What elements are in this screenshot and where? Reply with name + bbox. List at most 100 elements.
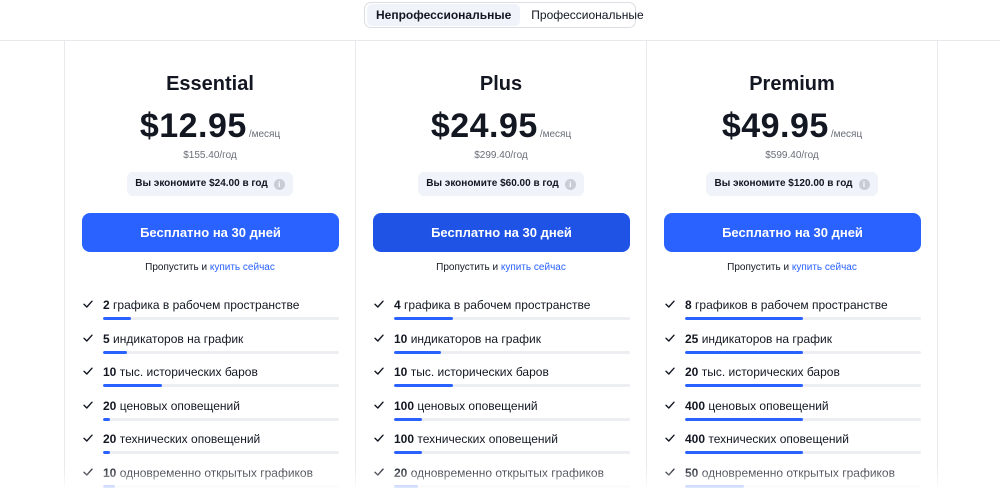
- price-row: $24.95 /месяц: [356, 106, 646, 146]
- price-period: /месяц: [830, 129, 863, 140]
- feature-item: 10 одновременно открытых графиков: [82, 463, 339, 497]
- feature-level-track: [685, 417, 921, 421]
- feature-label: графика в рабочем пространстве: [404, 298, 591, 312]
- feature-value: 20: [103, 432, 117, 447]
- check-icon: [83, 401, 93, 409]
- info-icon[interactable]: i: [564, 178, 576, 190]
- monthly-price: $24.95: [430, 107, 538, 145]
- feature-level-fill: [394, 484, 418, 488]
- skip-line: Пропустить и купить сейчас: [65, 262, 355, 273]
- feature-label: одновременно открытых графиков: [701, 465, 895, 480]
- feature-label: тыс. исторических баров: [701, 365, 840, 380]
- feature-level-track: [685, 350, 921, 354]
- feature-item: 2 графика в рабочем пространстве: [82, 295, 339, 329]
- feature-item: 5 индикаторов на график: [82, 329, 339, 363]
- feature-value: 100: [394, 398, 415, 413]
- monthly-price: $49.95: [721, 107, 829, 145]
- feature-text: 400 ценовых оповещений: [685, 399, 829, 413]
- free-trial-button[interactable]: Бесплатно на 30 дней: [373, 213, 630, 252]
- info-icon[interactable]: i: [858, 178, 870, 190]
- feature-item: 10 тыс. исторических баров: [373, 362, 630, 396]
- price-row: $49.95 /месяц: [647, 106, 937, 146]
- plan-type-toggle: Непрофессиональные Профессиональные: [364, 2, 644, 28]
- check-icon: [665, 401, 675, 409]
- feature-item: 4 графика в рабочем пространстве: [373, 295, 630, 329]
- feature-level-fill: [103, 484, 115, 488]
- savings-text: Вы экономите $60.00 в год: [426, 178, 559, 189]
- savings-badge: Вы экономите $60.00 в год i: [418, 172, 584, 196]
- check-icon: [83, 367, 93, 375]
- feature-text: 5 индикаторов на график: [103, 332, 243, 346]
- skip-text: Пропустить и: [436, 262, 499, 273]
- plan-cards: Essential $12.95 /месяц $155.40/год Вы э…: [64, 40, 938, 489]
- feature-text: 20 одновременно открытых графиков: [394, 466, 604, 480]
- buy-now-link[interactable]: купить сейчас: [210, 262, 275, 273]
- feature-label: тыс. исторических баров: [410, 365, 549, 380]
- feature-text: 10 тыс. исторических баров: [394, 365, 549, 379]
- feature-level-track: [394, 417, 630, 421]
- toggle-professional[interactable]: Профессиональные: [522, 4, 652, 26]
- feature-level-fill: [685, 417, 803, 421]
- check-icon: [374, 468, 384, 476]
- check-icon: [374, 300, 384, 308]
- feature-level-track: [394, 451, 630, 455]
- monthly-price: $12.95: [139, 107, 247, 145]
- feature-item: 20 технических оповещений: [82, 429, 339, 463]
- feature-value: 10: [394, 365, 408, 380]
- price-row: $12.95 /месяц: [65, 106, 355, 146]
- feature-value: 20: [394, 465, 408, 480]
- skip-text: Пропустить и: [727, 262, 790, 273]
- plan-name: Plus: [479, 73, 523, 95]
- feature-item: 8 графиков в рабочем пространстве: [664, 295, 921, 329]
- feature-label: технических оповещений: [708, 432, 849, 447]
- feature-level-track: [103, 317, 339, 320]
- feature-label: индикаторов на график: [113, 331, 244, 346]
- savings-text: Вы экономите $24.00 в год: [135, 178, 268, 189]
- feature-level-track: [394, 350, 630, 354]
- feature-item: 20 ценовых оповещений: [82, 396, 339, 430]
- check-icon: [374, 434, 384, 443]
- feature-level-fill: [685, 484, 744, 488]
- feature-label: ценовых оповещений: [708, 398, 829, 413]
- buy-now-link[interactable]: купить сейчас: [792, 262, 857, 273]
- feature-level-track: [394, 484, 630, 488]
- feature-list: 4 графика в рабочем пространстве 10 индик…: [373, 295, 630, 497]
- check-icon: [374, 367, 384, 375]
- free-trial-button[interactable]: Бесплатно на 30 дней: [664, 213, 921, 252]
- check-icon: [83, 468, 93, 476]
- info-icon[interactable]: i: [273, 178, 285, 190]
- feature-value: 25: [685, 331, 699, 346]
- feature-item: 400 ценовых оповещений: [664, 396, 921, 430]
- feature-text: 20 технических оповещений: [103, 432, 260, 446]
- feature-level-track: [103, 484, 339, 488]
- price-period: /месяц: [539, 129, 572, 140]
- check-icon: [83, 334, 93, 342]
- feature-item: 100 технических оповещений: [373, 429, 630, 463]
- check-icon: [374, 401, 384, 409]
- free-trial-button[interactable]: Бесплатно на 30 дней: [82, 213, 339, 252]
- feature-value: 4: [394, 298, 401, 312]
- plan-card-plus: Plus $24.95 /месяц $299.40/год Вы эконом…: [355, 40, 646, 489]
- feature-text: 20 ценовых оповещений: [103, 399, 240, 413]
- check-icon: [665, 334, 675, 342]
- feature-level-track: [685, 451, 921, 455]
- feature-label: ценовых оповещений: [417, 398, 538, 413]
- toggle-non-professional[interactable]: Непрофессиональные: [367, 4, 521, 26]
- yearly-price: $599.40/год: [765, 150, 819, 161]
- feature-list: 2 графика в рабочем пространстве 5 индика…: [82, 295, 339, 497]
- feature-level-fill: [685, 350, 803, 354]
- feature-value: 100: [394, 432, 415, 447]
- feature-list: 8 графиков в рабочем пространстве 25 инди…: [664, 295, 921, 497]
- yearly-price: $155.40/год: [183, 150, 237, 161]
- feature-text: 4 графика в рабочем пространстве: [394, 298, 590, 312]
- feature-level-fill: [394, 417, 423, 421]
- feature-level-fill: [394, 317, 453, 320]
- savings-wrap: Вы экономите $120.00 в год i: [647, 172, 937, 196]
- feature-label: графика в рабочем пространстве: [113, 298, 300, 312]
- savings-text: Вы экономите $120.00 в год: [714, 178, 853, 189]
- feature-value: 20: [103, 398, 117, 413]
- feature-item: 100 ценовых оповещений: [373, 396, 630, 430]
- feature-level-track: [685, 384, 921, 388]
- feature-item: 25 индикаторов на график: [664, 329, 921, 363]
- buy-now-link[interactable]: купить сейчас: [501, 262, 566, 273]
